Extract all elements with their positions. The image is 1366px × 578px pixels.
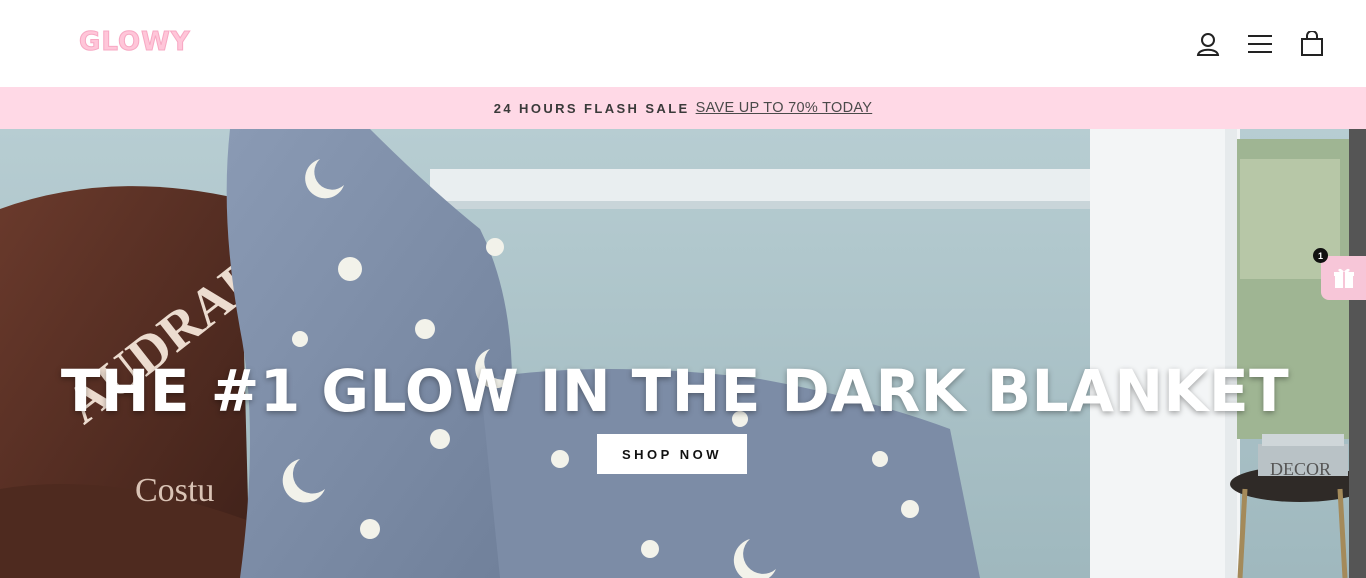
scrollbar[interactable] bbox=[1349, 129, 1366, 578]
site-header: GLOWY bbox=[0, 0, 1366, 87]
menu-icon[interactable] bbox=[1246, 29, 1274, 59]
hero-background-image: DECOR AUDRAP Costu bbox=[0, 129, 1366, 578]
announcement-bar: 24 HOURS FLASH SALE SAVE UP TO 70% TODAY bbox=[0, 87, 1366, 129]
logo[interactable]: GLOWY bbox=[79, 27, 191, 58]
gift-icon bbox=[1333, 268, 1354, 288]
chair-text-2: Costu bbox=[135, 472, 214, 509]
shop-now-button[interactable]: SHOP NOW bbox=[597, 434, 747, 474]
hero-title: THE #1 GLOW IN THE DARK BLANKET bbox=[60, 357, 1290, 425]
announcement-title: 24 HOURS FLASH SALE bbox=[493, 100, 690, 116]
gift-badge-count: 1 bbox=[1313, 248, 1328, 263]
cart-icon[interactable] bbox=[1298, 29, 1326, 59]
hero-banner: DECOR AUDRAP Costu THE #1 GLOW IN THE DA… bbox=[0, 129, 1366, 578]
book-text: DECOR bbox=[1270, 459, 1331, 479]
account-icon[interactable] bbox=[1194, 29, 1222, 59]
announcement-link[interactable]: SAVE UP TO 70% TODAY bbox=[696, 100, 873, 116]
gift-widget-button[interactable] bbox=[1321, 256, 1366, 300]
